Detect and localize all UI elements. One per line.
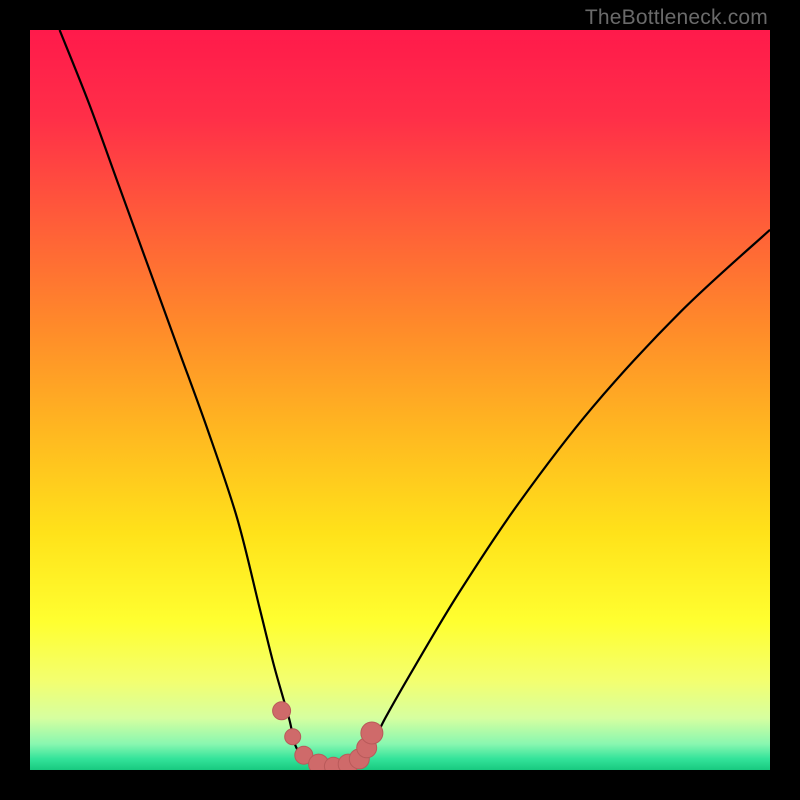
bottleneck-curve	[60, 30, 770, 770]
watermark-text: TheBottleneck.com	[585, 6, 768, 30]
valley-marker	[361, 722, 383, 744]
valley-marker	[273, 702, 291, 720]
chart-frame	[30, 30, 770, 770]
valley-marker	[285, 729, 301, 745]
curve-layer	[30, 30, 770, 770]
valley-marker-group	[273, 702, 383, 770]
